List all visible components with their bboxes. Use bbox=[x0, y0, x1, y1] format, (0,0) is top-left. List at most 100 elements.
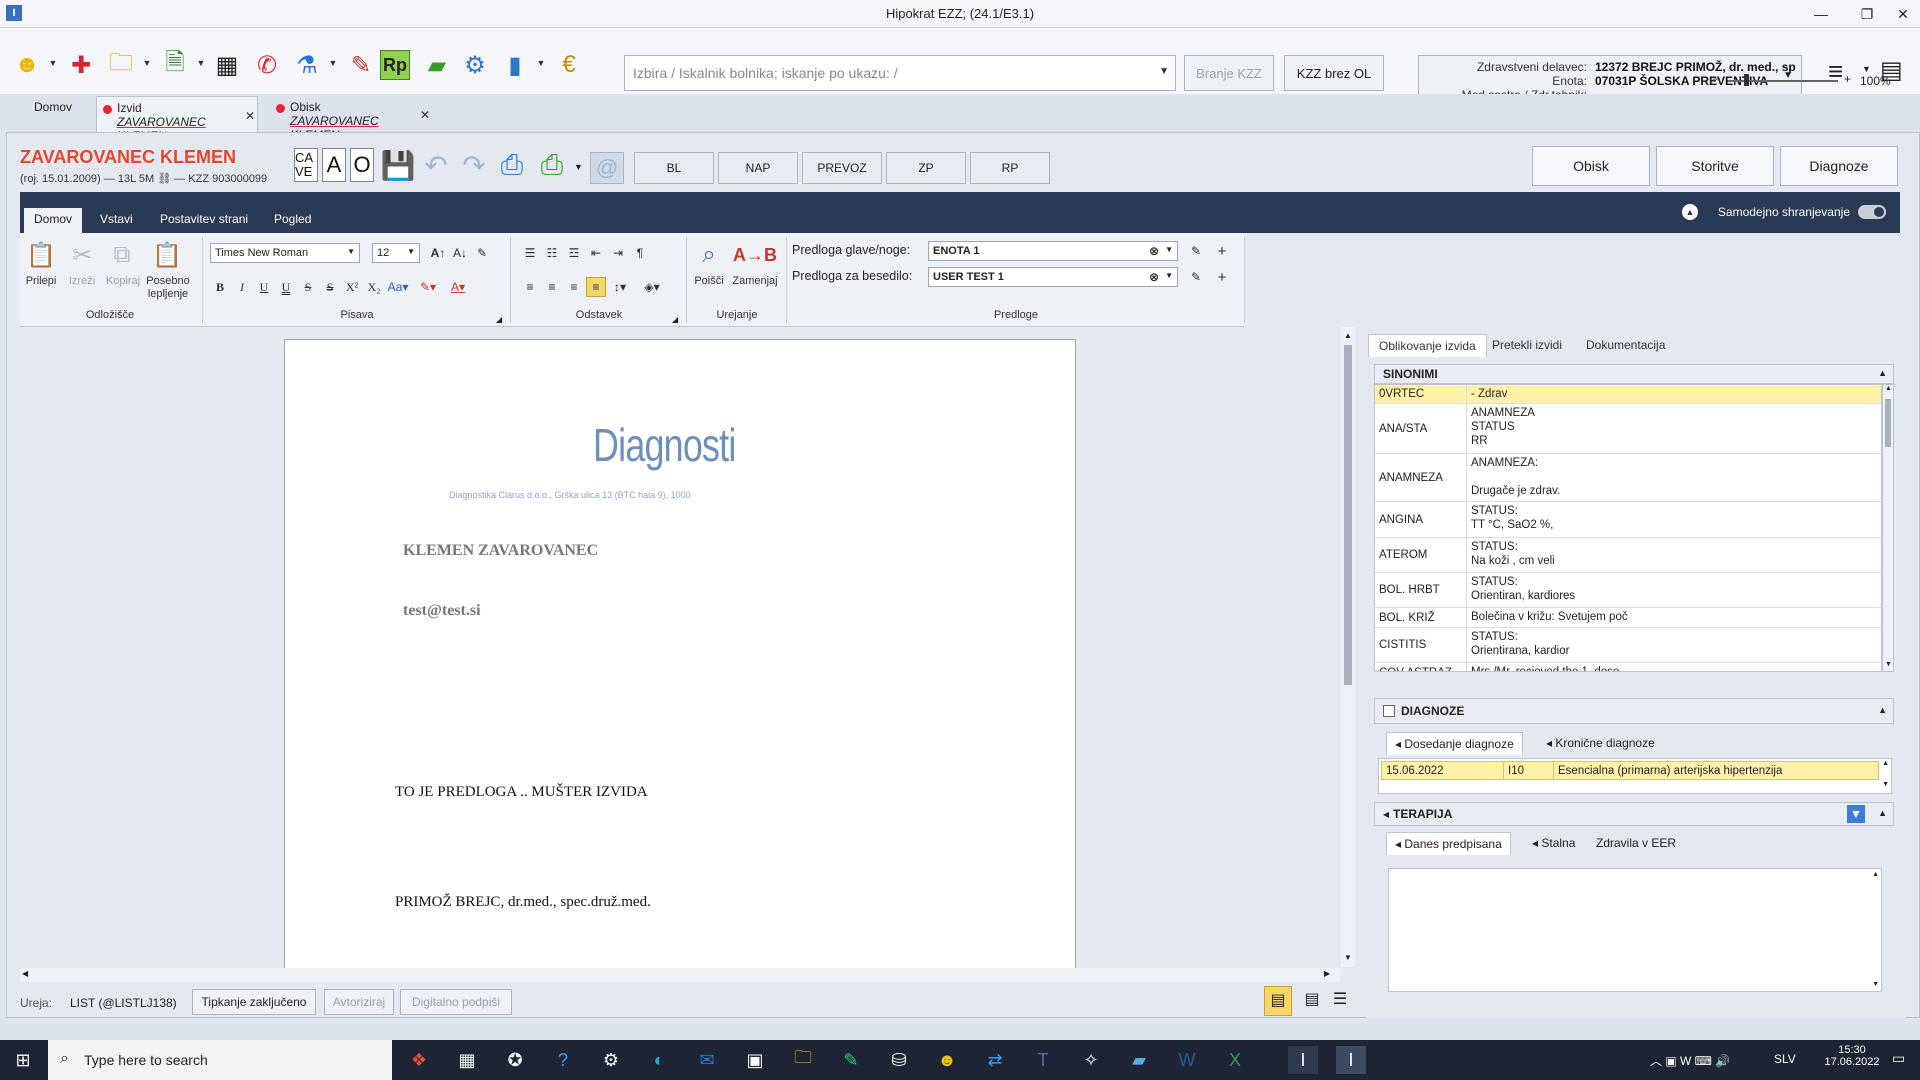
outlook-icon[interactable]: ✉ bbox=[692, 1046, 722, 1074]
autosave-toggle[interactable]: ▲ Samodejno shranjevanje bbox=[1681, 204, 1886, 220]
edge-icon[interactable]: ◐ bbox=[644, 1046, 674, 1074]
decrease-indent-icon[interactable]: ⇤ bbox=[586, 243, 606, 263]
clear-format-icon[interactable]: ✎ bbox=[472, 243, 492, 263]
cave-button[interactable]: CA VE bbox=[294, 148, 318, 182]
therapy-list[interactable]: ▲ ▼ bbox=[1388, 868, 1882, 992]
branje-kzz-button[interactable]: Branje KZZ bbox=[1184, 55, 1274, 91]
vertical-scrollbar[interactable]: ▲ ▼ bbox=[1341, 327, 1355, 967]
tab-oblikovanje-izvida[interactable]: Oblikovanje izvida bbox=[1368, 334, 1487, 357]
collapse-icon[interactable]: ▲ bbox=[1878, 705, 1887, 715]
tray-icons[interactable]: ︿ ▣ W ⌨ 🔊 bbox=[1650, 1052, 1730, 1069]
tab-domov[interactable]: Domov bbox=[24, 208, 83, 233]
align-center-icon[interactable]: ≡ bbox=[542, 277, 562, 297]
hipokrat-icon[interactable]: I bbox=[1288, 1046, 1318, 1074]
chevron-down-icon[interactable]: ▼ bbox=[196, 58, 206, 72]
clear-icon[interactable]: ⊗ bbox=[1149, 244, 1159, 258]
table-icon[interactable]: ▦ bbox=[208, 46, 246, 84]
app-pin-3-icon[interactable]: ✪ bbox=[500, 1046, 530, 1074]
storitve-button[interactable]: Storitve bbox=[1656, 146, 1774, 186]
bullets-icon[interactable]: ☰ bbox=[520, 243, 540, 263]
kzz-brez-ol-button[interactable]: KZZ brez OL bbox=[1284, 55, 1384, 91]
digital-sign-button[interactable]: Digitalno podpiši bbox=[400, 989, 512, 1015]
phone-icon[interactable]: ✆ bbox=[248, 46, 286, 84]
gear-icon[interactable]: ⚙ bbox=[456, 46, 494, 84]
excel-icon[interactable]: X bbox=[1220, 1046, 1250, 1074]
replace-icon[interactable]: A→B bbox=[733, 239, 777, 271]
filter-icon[interactable]: ▼ bbox=[1847, 805, 1865, 823]
zoom-out-icon[interactable]: − bbox=[1712, 72, 1719, 86]
diagnoze-button[interactable]: Diagnoze bbox=[1780, 146, 1898, 186]
arrow-left-icon[interactable]: ◀ bbox=[22, 969, 28, 978]
scrollbar-thumb[interactable] bbox=[1344, 345, 1352, 685]
chevron-down-icon[interactable]: ▼ bbox=[574, 162, 583, 172]
arrow-up-icon[interactable]: ▲ bbox=[1885, 385, 1892, 392]
horizontal-scrollbar[interactable]: ◀ ▶ bbox=[20, 968, 1340, 982]
flask-icon[interactable]: ⚗ bbox=[288, 46, 326, 84]
font-name-select[interactable]: Times New Roman ▼ bbox=[210, 243, 360, 263]
tab-pogled[interactable]: Pogled bbox=[274, 212, 311, 226]
help-icon[interactable]: ? bbox=[548, 1046, 578, 1074]
tab-pretekli-izvidi[interactable]: Pretekli izvidi bbox=[1482, 334, 1572, 356]
table-row[interactable]: CISTITIS STATUS: Orientirana, kardior bbox=[1375, 628, 1881, 663]
database-icon[interactable]: ⛁ bbox=[884, 1046, 914, 1074]
calculator-icon[interactable]: ▦ bbox=[452, 1046, 482, 1074]
patient-search-input[interactable]: Izbira / Iskalnik bolnika; iskanje po uk… bbox=[624, 55, 1176, 91]
font-size-select[interactable]: 12 ▼ bbox=[372, 243, 420, 263]
arrow-up-icon[interactable]: ▲ bbox=[1872, 871, 1879, 878]
zoom-slider-thumb[interactable] bbox=[1744, 74, 1749, 86]
change-case-icon[interactable]: Aa▾ bbox=[388, 277, 409, 297]
add-icon[interactable]: + bbox=[1212, 267, 1232, 287]
table-row[interactable]: ANGINA STATUS: TT °C, SaO2 %, bbox=[1375, 502, 1881, 538]
binoculars-icon[interactable]: ⌕ bbox=[692, 239, 726, 271]
superscript-icon[interactable]: X² bbox=[342, 277, 362, 297]
tab-vstavi[interactable]: Vstavi bbox=[100, 212, 133, 226]
pilcrow-icon[interactable]: ¶ bbox=[630, 243, 650, 263]
view-mode-2-icon[interactable]: ▤ bbox=[1300, 986, 1324, 1016]
language-indicator[interactable]: SLV bbox=[1774, 1052, 1796, 1066]
chevron-down-icon[interactable]: ▼ bbox=[1862, 64, 1871, 74]
double-underline-icon[interactable]: U bbox=[276, 277, 296, 297]
shrink-font-icon[interactable]: A↓ bbox=[450, 243, 470, 263]
shading-icon[interactable]: ◈▾ bbox=[642, 277, 662, 297]
tab-kronicne-diagnoze[interactable]: ◂ Kronične diagnoze bbox=[1538, 732, 1663, 754]
toggle-switch[interactable] bbox=[1858, 205, 1886, 219]
arrow-down-icon[interactable]: ▼ bbox=[1344, 953, 1352, 962]
arrow-up-icon[interactable]: ▲ bbox=[1344, 331, 1352, 340]
teamviewer-icon[interactable]: ⇄ bbox=[980, 1046, 1010, 1074]
table-row[interactable]: BOL. KRIŽ Bolečina v križu: Svetujem poč bbox=[1375, 608, 1881, 628]
justify-icon[interactable]: ≡ bbox=[586, 277, 606, 297]
table-row[interactable]: ANAMNEZA ANAMNEZA: Drugače je zdrav. bbox=[1375, 454, 1881, 502]
prescription-icon[interactable]: Rp bbox=[380, 50, 410, 80]
table-row[interactable]: 15.06.2022 I10 Esencialna (primarna) art… bbox=[1381, 761, 1879, 780]
chevron-down-icon[interactable]: ▼ bbox=[142, 58, 152, 72]
diagnoses-checkbox[interactable] bbox=[1383, 705, 1395, 717]
clock[interactable]: 15:30 17.06.2022 bbox=[1824, 1044, 1880, 1068]
bl-button[interactable]: BL bbox=[634, 152, 714, 184]
app-pin-15-icon[interactable]: ✧ bbox=[1076, 1046, 1106, 1074]
zoom-in-icon[interactable]: + bbox=[1844, 72, 1851, 86]
add-icon[interactable]: + bbox=[1212, 241, 1232, 261]
edit-icon[interactable]: ✎ bbox=[1186, 267, 1206, 287]
arrow-right-icon[interactable]: ▶ bbox=[1324, 969, 1330, 978]
arrow-up-icon[interactable]: ▲ bbox=[1882, 760, 1889, 767]
clear-icon[interactable]: ⊗ bbox=[1149, 270, 1159, 284]
scrollbar-thumb[interactable] bbox=[1885, 399, 1891, 447]
maximize-icon[interactable]: ❐ bbox=[1852, 4, 1882, 24]
edit-icon[interactable]: ✎ bbox=[1186, 241, 1206, 261]
table-row[interactable]: BOL. HRBT STATUS: Orientiran, kardiores bbox=[1375, 573, 1881, 608]
email-icon[interactable]: @ bbox=[590, 152, 624, 184]
font-color-icon[interactable]: A▾ bbox=[448, 277, 468, 297]
first-aid-icon[interactable]: ✚ bbox=[62, 46, 100, 84]
tab-stalna[interactable]: ◂ Stalna bbox=[1524, 832, 1583, 854]
collapse-icon[interactable]: ▲ bbox=[1878, 808, 1887, 818]
close-tab-icon[interactable]: ✕ bbox=[245, 109, 255, 123]
app-pin-16-icon[interactable]: ▰ bbox=[1124, 1046, 1154, 1074]
grow-font-icon[interactable]: A↑ bbox=[428, 243, 448, 263]
print-preview-icon[interactable]: ⎙ bbox=[534, 146, 570, 184]
folder-icon[interactable]: 🗀 bbox=[102, 46, 140, 84]
book-icon[interactable]: ▮ bbox=[496, 46, 534, 84]
undo-icon[interactable]: ↶ bbox=[418, 146, 454, 184]
tab-danes-predpisana[interactable]: ◂ Danes predpisana bbox=[1386, 832, 1511, 855]
paste-special-icon[interactable]: 📋 bbox=[152, 239, 182, 271]
windows-start-icon[interactable]: ⊞ bbox=[8, 1046, 38, 1074]
